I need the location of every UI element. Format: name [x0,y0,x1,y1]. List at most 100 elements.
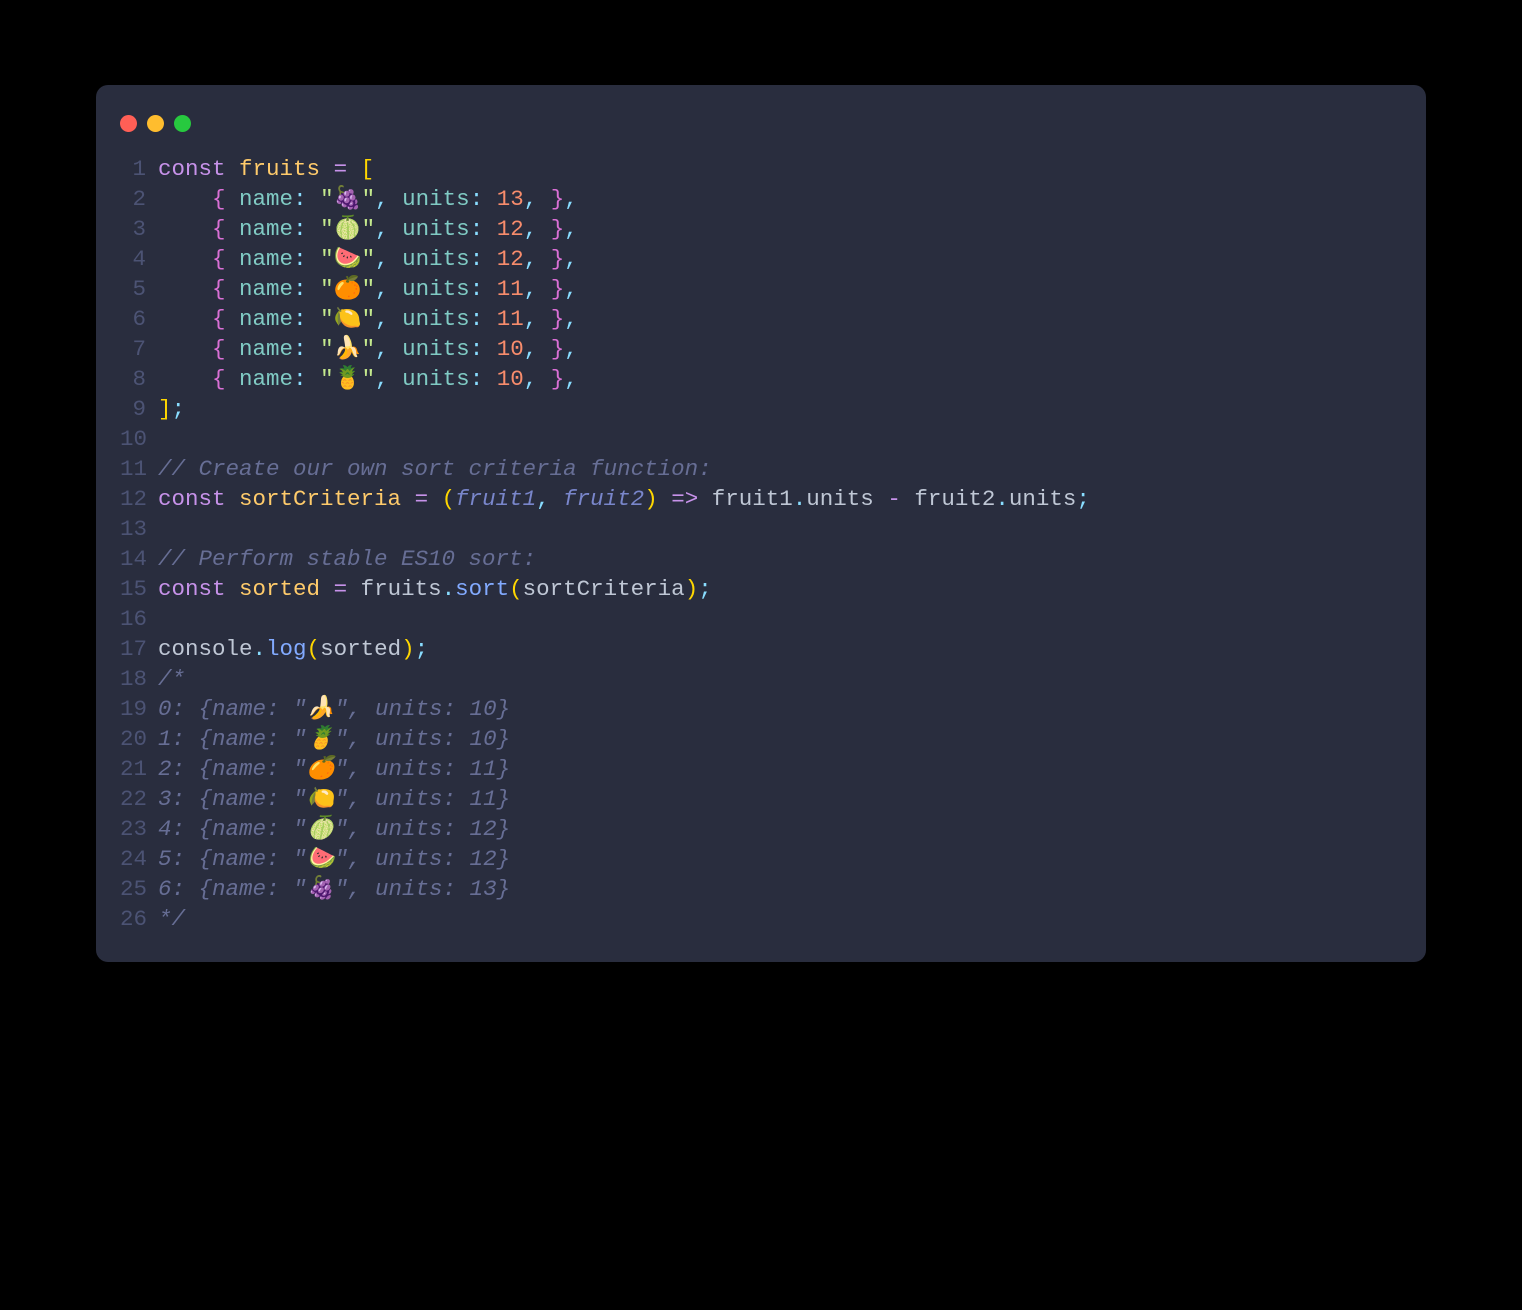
line-content[interactable]: // Perform stable ES10 sort: [158,544,536,574]
token-punct: : [470,216,484,242]
code-line[interactable]: 190: {name: "🍌", units: 10} [120,694,1402,724]
line-content[interactable]: { name: "🍊", units: 11, }, [158,274,578,304]
code-line[interactable]: 12const sortCriteria = (fruit1, fruit2) … [120,484,1402,514]
code-line[interactable]: 7 { name: "🍌", units: 10, }, [120,334,1402,364]
line-number: 12 [120,484,158,514]
token-punct: : [470,276,484,302]
token-op: - [887,486,901,512]
token-punct: ; [1076,486,1090,512]
token-str: " [362,366,376,392]
line-number: 23 [120,814,158,844]
token-white [428,486,442,512]
token-comment: 6: {name: "🍇", units: 13} [158,876,510,902]
line-content[interactable]: 5: {name: "🍉", units: 12} [158,844,510,874]
minimize-button[interactable] [147,115,164,132]
code-line[interactable]: 8 { name: "🍍", units: 10, }, [120,364,1402,394]
code-line[interactable]: 223: {name: "🍋", units: 11} [120,784,1402,814]
code-area[interactable]: 1const fruits = [2 { name: "🍇", units: 1… [96,154,1426,934]
line-content[interactable]: { name: "🍍", units: 10, }, [158,364,578,394]
token-white [483,336,497,362]
line-content[interactable]: { name: "🍉", units: 12, }, [158,244,578,274]
maximize-button[interactable] [174,115,191,132]
line-content[interactable]: /* [158,664,185,694]
line-number: 9 [120,394,158,424]
line-content[interactable]: 4: {name: "🍈", units: 12} [158,814,510,844]
token-paren-p: } [551,336,565,362]
code-line[interactable]: 10 [120,424,1402,454]
token-prop: name [239,366,293,392]
code-line[interactable]: 6 { name: "🍋", units: 11, }, [120,304,1402,334]
token-brace: ) [685,576,699,602]
line-content[interactable]: 2: {name: "🍊", units: 11} [158,754,510,784]
token-white [389,216,403,242]
token-white: sorted [320,636,401,662]
token-white: sortCriteria [523,576,685,602]
code-line[interactable]: 13 [120,514,1402,544]
token-punct: , [524,246,538,272]
token-brace: [ [361,156,375,182]
line-content[interactable]: 1: {name: "🍍", units: 10} [158,724,510,754]
code-line[interactable]: 11// Create our own sort criteria functi… [120,454,1402,484]
code-line[interactable]: 15const sorted = fruits.sort(sortCriteri… [120,574,1402,604]
token-white [483,276,497,302]
token-paren-p: { [212,336,226,362]
code-line[interactable]: 212: {name: "🍊", units: 11} [120,754,1402,784]
token-punct: : [293,336,307,362]
token-comment: 3: {name: "🍋", units: 11} [158,786,510,812]
token-str: " [320,216,334,242]
line-content[interactable]: { name: "🍈", units: 12, }, [158,214,578,244]
code-line[interactable]: 245: {name: "🍉", units: 12} [120,844,1402,874]
token-white [389,336,403,362]
line-content[interactable]: */ [158,904,185,934]
line-content[interactable]: 6: {name: "🍇", units: 13} [158,874,510,904]
token-arrow: => [671,486,698,512]
close-button[interactable] [120,115,137,132]
line-number: 14 [120,544,158,574]
token-punct: , [564,336,578,362]
code-line[interactable]: 16 [120,604,1402,634]
token-punct: : [470,366,484,392]
code-line[interactable]: 18/* [120,664,1402,694]
line-content[interactable]: const sortCriteria = (fruit1, fruit2) =>… [158,484,1090,514]
line-content[interactable] [158,514,172,544]
token-str: " [320,186,334,212]
code-line[interactable]: 3 { name: "🍈", units: 12, }, [120,214,1402,244]
token-white [158,276,212,302]
token-punct: , [524,216,538,242]
line-number: 20 [120,724,158,754]
code-line[interactable]: 256: {name: "🍇", units: 13} [120,874,1402,904]
line-content[interactable]: console.log(sorted); [158,634,428,664]
line-content[interactable]: ]; [158,394,185,424]
token-white [389,366,403,392]
token-white [307,366,321,392]
code-line[interactable]: 1const fruits = [ [120,154,1402,184]
token-punct: , [564,186,578,212]
code-line[interactable]: 2 { name: "🍇", units: 13, }, [120,184,1402,214]
code-line[interactable]: 5 { name: "🍊", units: 11, }, [120,274,1402,304]
line-content[interactable] [158,424,172,454]
token-white [537,276,551,302]
line-content[interactable] [158,604,172,634]
line-content[interactable]: { name: "🍌", units: 10, }, [158,334,578,364]
line-content[interactable]: 3: {name: "🍋", units: 11} [158,784,510,814]
code-line[interactable]: 17console.log(sorted); [120,634,1402,664]
code-line[interactable]: 4 { name: "🍉", units: 12, }, [120,244,1402,274]
code-line[interactable]: 14// Perform stable ES10 sort: [120,544,1402,574]
line-content[interactable]: 0: {name: "🍌", units: 10} [158,694,510,724]
token-paren-p: { [212,276,226,302]
line-content[interactable]: // Create our own sort criteria function… [158,454,712,484]
line-content[interactable]: const sorted = fruits.sort(sortCriteria)… [158,574,712,604]
line-content[interactable]: const fruits = [ [158,154,374,184]
code-line[interactable]: 26*/ [120,904,1402,934]
token-paren-p: { [212,186,226,212]
token-punct: , [524,366,538,392]
line-content[interactable]: { name: "🍇", units: 13, }, [158,184,578,214]
line-number: 15 [120,574,158,604]
line-content[interactable]: { name: "🍋", units: 11, }, [158,304,578,334]
token-num: 12 [497,246,524,272]
code-line[interactable]: 9]; [120,394,1402,424]
code-line[interactable]: 201: {name: "🍍", units: 10} [120,724,1402,754]
token-punct: : [293,276,307,302]
token-comment: */ [158,906,185,932]
code-line[interactable]: 234: {name: "🍈", units: 12} [120,814,1402,844]
